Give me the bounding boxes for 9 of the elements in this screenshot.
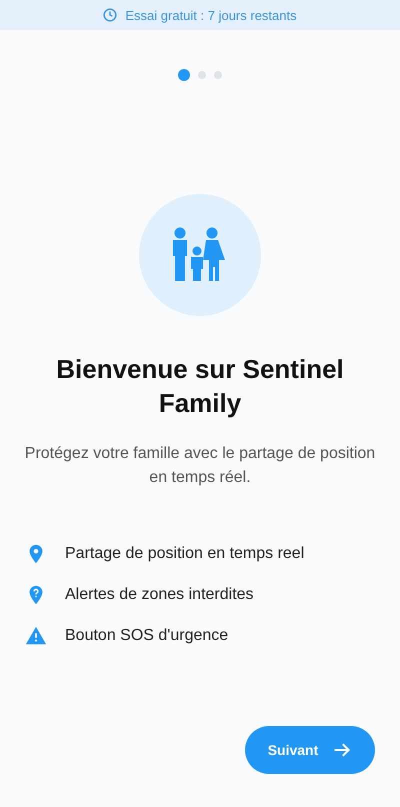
clock-icon (103, 8, 118, 22)
trial-text: Essai gratuit : 7 jours restants (125, 8, 297, 22)
feature-label: Bouton SOS d'urgence (65, 627, 228, 645)
feature-label: Alertes de zones interdites (65, 586, 254, 604)
feature-label: Partage de position en temps reel (65, 545, 304, 563)
warning-icon (25, 625, 47, 647)
welcome-title: Bienvenue sur Sentinel Family (55, 353, 345, 420)
welcome-subtitle: Protégez votre famille avec le partage de position en temps réel. (24, 444, 376, 488)
next-button[interactable]: Suivant (245, 726, 375, 774)
